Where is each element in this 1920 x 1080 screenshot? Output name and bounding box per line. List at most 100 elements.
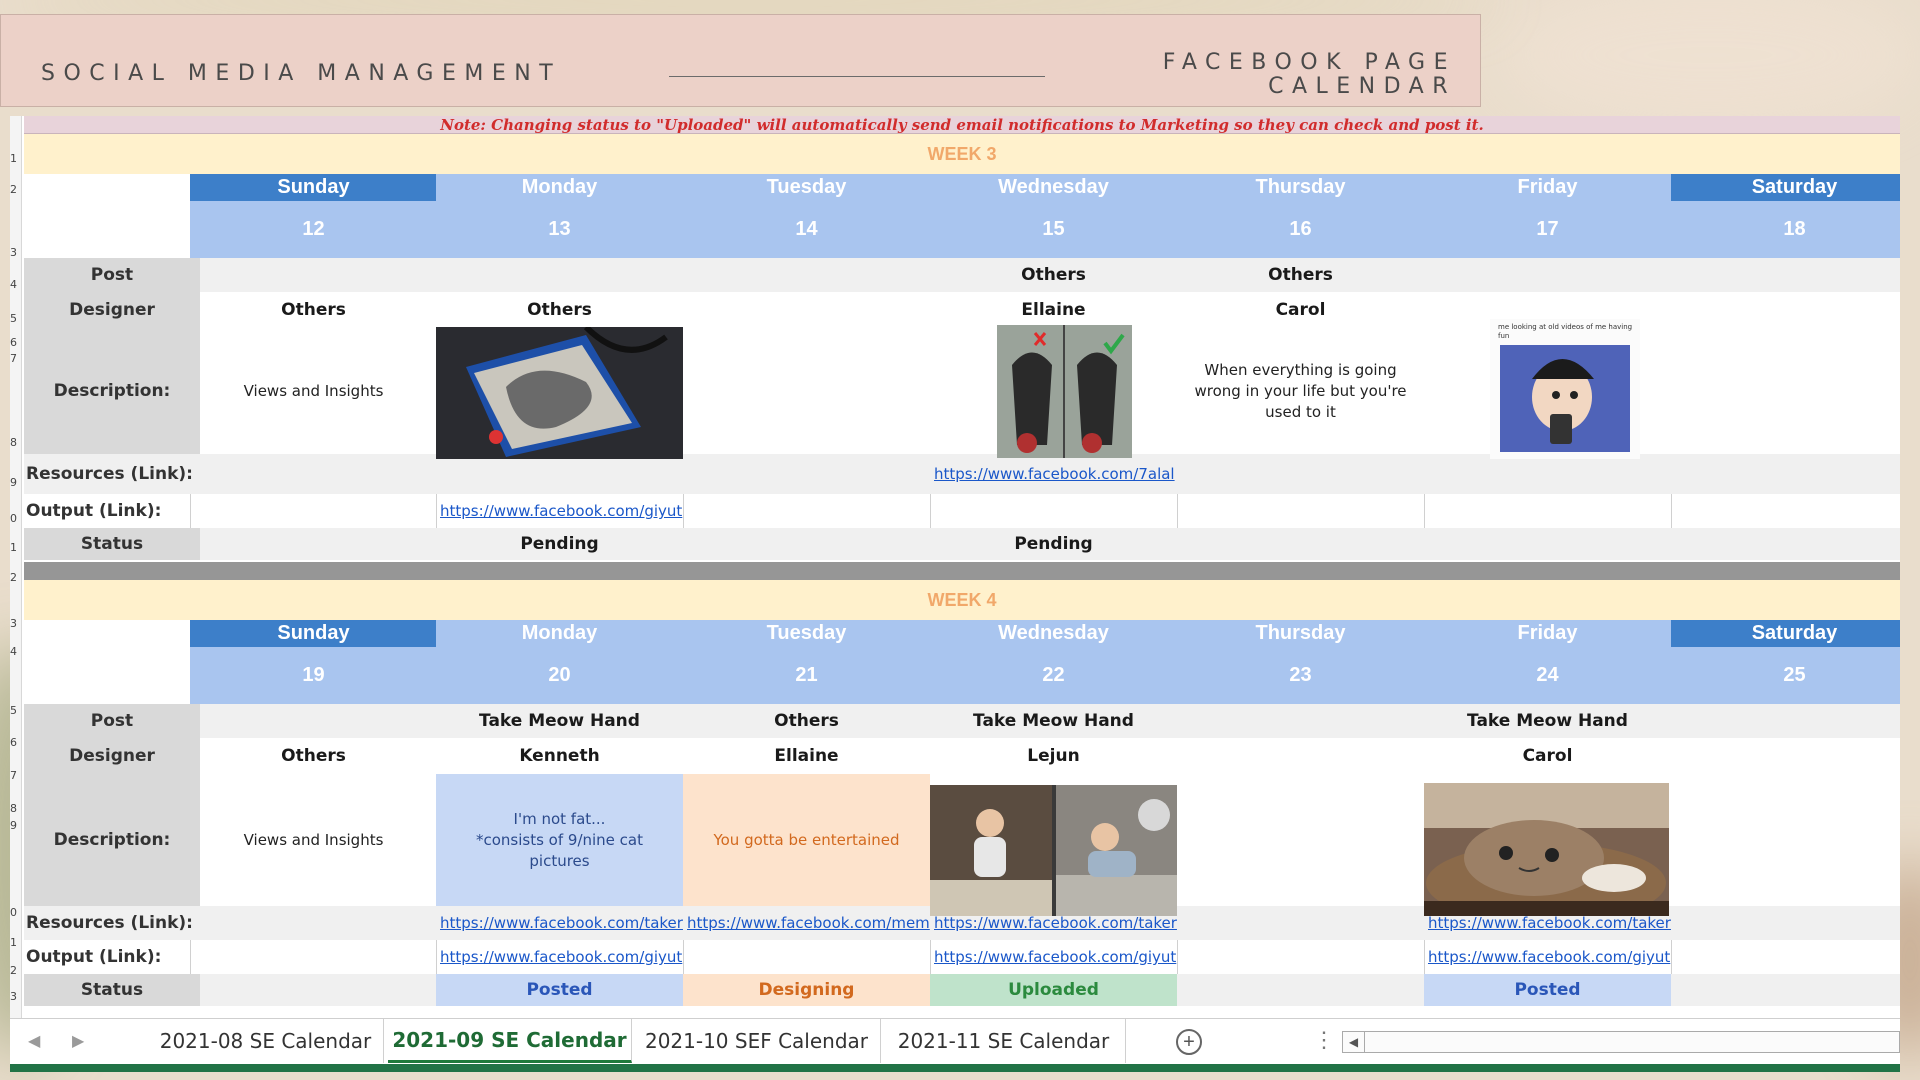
description-cell[interactable] (1671, 774, 1900, 906)
post-type-cell[interactable]: Others (1177, 258, 1424, 292)
status-cell[interactable]: Designing (683, 974, 930, 1006)
post-type-cell[interactable] (1671, 704, 1900, 738)
description-cell[interactable] (683, 328, 930, 454)
sheet-tab[interactable]: 2021-08 SE Calendar (148, 1019, 384, 1063)
post-type-cell[interactable] (190, 258, 437, 292)
status-cell[interactable]: Posted (436, 974, 683, 1006)
post-type-cell[interactable] (1177, 704, 1424, 738)
add-sheet-icon[interactable]: + (1176, 1029, 1202, 1055)
tab-scroll-right-icon[interactable]: ▶ (72, 1031, 84, 1051)
output-link[interactable] (190, 940, 437, 974)
designer-cell[interactable]: Ellaine (683, 738, 930, 774)
output-link[interactable] (190, 494, 437, 528)
status-cell[interactable]: Posted (1424, 974, 1671, 1006)
resource-link[interactable]: https://www.facebook.com/taker (436, 906, 683, 940)
resource-link[interactable] (1177, 906, 1424, 940)
horizontal-scrollbar[interactable]: ◀ (1342, 1031, 1900, 1053)
designer-cell[interactable]: Kenneth (436, 738, 683, 774)
comic-image[interactable] (997, 325, 1132, 458)
status-cell[interactable] (1177, 528, 1424, 560)
output-link[interactable]: https://www.facebook.com/giyut (436, 494, 683, 528)
post-type-cell[interactable]: Others (683, 704, 930, 738)
resource-link[interactable] (190, 454, 437, 494)
post-type-cell[interactable]: Take Meow Hand (1424, 704, 1671, 738)
day-number: 13 (436, 201, 683, 258)
description-cell[interactable]: Views and Insights (190, 328, 437, 454)
description-cell[interactable] (1177, 774, 1424, 906)
cat-photo[interactable] (1424, 783, 1669, 916)
output-link[interactable]: https://www.facebook.com/giyut (436, 940, 683, 974)
status-cell[interactable] (1671, 528, 1900, 560)
designer-cell[interactable]: Lejun (930, 738, 1177, 774)
status-note[interactable]: Note: Changing status to "Uploaded" will… (24, 116, 1900, 134)
grid-line (190, 494, 191, 528)
post-type-cell[interactable] (436, 258, 683, 292)
post-type-cell[interactable]: Take Meow Hand (930, 704, 1177, 738)
post-type-cell[interactable]: Take Meow Hand (436, 704, 683, 738)
output-link[interactable] (683, 494, 930, 528)
more-options-icon[interactable]: ⋮ (1313, 1027, 1335, 1053)
sheet-tab[interactable]: 2021-10 SEF Calendar (633, 1019, 881, 1063)
description-cell[interactable] (1671, 328, 1900, 454)
output-link[interactable] (1671, 940, 1900, 974)
output-link[interactable] (1177, 494, 1424, 528)
resource-link[interactable] (1177, 454, 1424, 494)
tab-scroll-left-icon[interactable]: ◀ (28, 1031, 40, 1051)
designer-cell[interactable] (1671, 738, 1900, 774)
designer-cell[interactable]: Carol (1177, 292, 1424, 328)
post-type-cell[interactable] (1671, 258, 1900, 292)
post-type-cell[interactable] (683, 258, 930, 292)
resource-link[interactable] (190, 906, 437, 940)
day-number: 22 (930, 647, 1177, 704)
resource-link[interactable] (1424, 454, 1671, 494)
resource-link[interactable] (436, 454, 683, 494)
designer-cell[interactable]: Others (190, 738, 437, 774)
row-label-post: Post (24, 704, 200, 738)
output-link[interactable] (1671, 494, 1900, 528)
toddler-photo[interactable] (930, 785, 1177, 916)
game-box-photo[interactable] (436, 327, 683, 459)
output-link[interactable] (683, 940, 930, 974)
status-cell[interactable]: Pending (436, 528, 683, 560)
description-cell[interactable]: I'm not fat... *consists of 9/nine cat p… (436, 774, 683, 906)
day-header-saturday: Saturday (1671, 620, 1900, 647)
status-cell[interactable] (190, 974, 437, 1006)
post-type-cell[interactable]: Others (930, 258, 1177, 292)
output-link[interactable] (930, 494, 1177, 528)
resource-link[interactable] (1671, 454, 1900, 494)
designer-cell[interactable]: Ellaine (930, 292, 1177, 328)
sheet-tab[interactable]: 2021-09 SE Calendar (388, 1019, 632, 1063)
status-cell[interactable] (1177, 974, 1424, 1006)
output-link[interactable] (1424, 494, 1671, 528)
output-link[interactable]: https://www.facebook.com/giyut (930, 940, 1177, 974)
designer-cell[interactable]: Others (436, 292, 683, 328)
status-cell[interactable] (190, 528, 437, 560)
week-header[interactable]: WEEK 3 (24, 134, 1900, 174)
resource-link[interactable]: https://www.facebook.com/7alal (930, 454, 1177, 494)
resource-link[interactable]: https://www.facebook.com/mem (683, 906, 930, 940)
spreadsheet-grid[interactable]: Note: Changing status to "Uploaded" will… (10, 116, 1900, 1018)
scroll-left-arrow-icon[interactable]: ◀ (1343, 1032, 1365, 1052)
resource-link[interactable] (683, 454, 930, 494)
designer-cell[interactable]: Others (190, 292, 437, 328)
week-header[interactable]: WEEK 4 (24, 580, 1900, 620)
status-cell[interactable] (1671, 974, 1900, 1006)
row-number: 7 (10, 769, 17, 782)
post-type-cell[interactable] (1424, 258, 1671, 292)
status-cell[interactable] (683, 528, 930, 560)
designer-cell[interactable] (1177, 738, 1424, 774)
post-type-cell[interactable] (190, 704, 437, 738)
description-cell[interactable]: When everything is going wrong in your l… (1177, 328, 1424, 454)
status-cell[interactable]: Pending (930, 528, 1177, 560)
description-cell[interactable]: You gotta be entertained (683, 774, 930, 906)
status-cell[interactable]: Uploaded (930, 974, 1177, 1006)
description-cell[interactable]: Views and Insights (190, 774, 437, 906)
designer-cell[interactable] (683, 292, 930, 328)
designer-cell[interactable] (1671, 292, 1900, 328)
designer-cell[interactable]: Carol (1424, 738, 1671, 774)
output-link[interactable]: https://www.facebook.com/giyut (1424, 940, 1671, 974)
sheet-tab[interactable]: 2021-11 SE Calendar (882, 1019, 1126, 1063)
resource-link[interactable] (1671, 906, 1900, 940)
output-link[interactable] (1177, 940, 1424, 974)
status-cell[interactable] (1424, 528, 1671, 560)
